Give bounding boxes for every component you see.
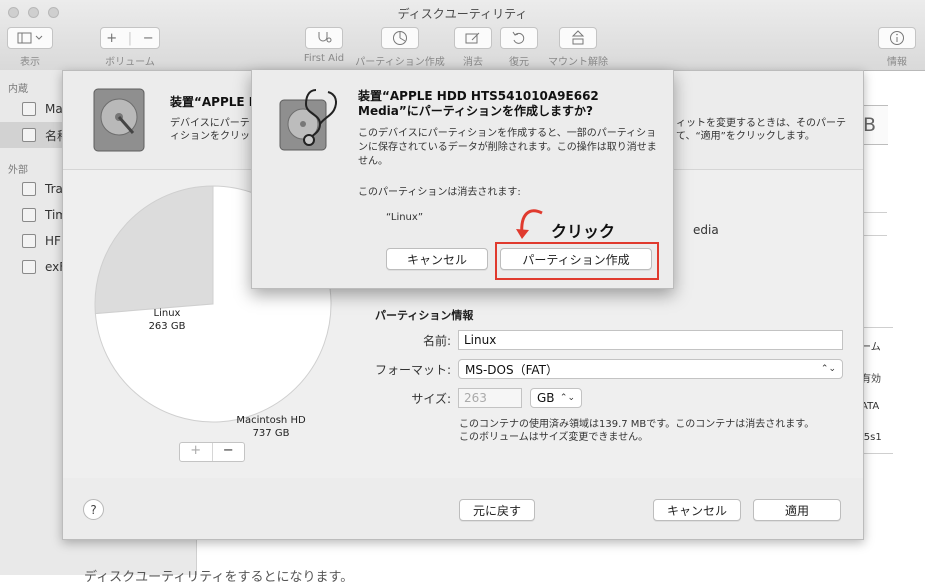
help-button[interactable]: ? — [83, 499, 104, 520]
external-disk-icon — [22, 234, 36, 248]
alert-volume-name: “Linux” — [386, 212, 423, 223]
info-icon — [890, 31, 904, 45]
internal-section-header: 内蔵 — [8, 84, 28, 95]
format-select[interactable]: MS-DOS（FAT） ⌃⌄ — [458, 359, 843, 379]
pie-slice-linux[interactable] — [94, 185, 214, 315]
sidebar-item-external-1[interactable]: Tra — [22, 179, 63, 199]
unmount-icon — [571, 30, 585, 45]
background-caption: ディスクユーティリティをするとになります。 — [84, 570, 354, 585]
annotation-label: クリック — [551, 222, 616, 241]
alert-cancel-button[interactable]: キャンセル — [386, 248, 488, 270]
pie-label-linux: Linux 263 GB — [148, 308, 186, 332]
erase-icon — [465, 32, 480, 44]
select-arrows-icon: ⌃⌄ — [820, 364, 836, 374]
first-aid-label: First Aid — [303, 53, 345, 64]
revert-button[interactable]: 元に戻す — [459, 499, 535, 521]
info-label: 情報 — [887, 57, 907, 68]
external-disk-icon — [22, 260, 36, 274]
sheet-description: デバイスにパーテ ィションをクリッ — [170, 118, 250, 142]
volume-label: ボリューム — [105, 57, 155, 68]
erase-button[interactable] — [454, 27, 492, 49]
internal-disk-icon — [22, 128, 36, 142]
add-partition-button[interactable]: + — [180, 443, 213, 461]
size-label: サイズ: — [411, 392, 451, 406]
sidebar-item-external-4[interactable]: exF — [22, 257, 66, 277]
apply-button[interactable]: 適用 — [753, 499, 841, 521]
unmount-label: マウント解除 — [548, 57, 608, 68]
annotation-arrow-icon — [516, 209, 543, 239]
partition-size-input[interactable]: 263 — [458, 388, 522, 408]
sidebar-item-external-2[interactable]: Tim — [22, 205, 67, 225]
external-disk-icon — [22, 208, 36, 222]
view-label: 表示 — [20, 57, 40, 68]
pie-label-macintosh-hd: Macintosh HD 737 GB — [236, 415, 306, 439]
format-label: フォーマット: — [374, 363, 451, 377]
partition-add-remove: + − — [179, 442, 245, 462]
partition-info-title: パーティション情報 — [375, 309, 474, 322]
volume-button-group[interactable]: + | − — [100, 27, 160, 49]
sidebar-item-external-3[interactable]: HF — [22, 231, 61, 251]
internal-disk-icon — [22, 102, 36, 116]
unmount-button[interactable] — [559, 27, 597, 49]
info-button[interactable] — [878, 27, 916, 49]
restore-button[interactable] — [500, 27, 538, 49]
partition-name-input[interactable]: Linux — [458, 330, 843, 350]
background-media-text: edia — [693, 223, 719, 237]
alert-erase-note: このパーティションは消去されます: — [358, 187, 521, 198]
external-section-header: 外部 — [8, 165, 28, 176]
restore-icon — [512, 31, 525, 44]
hard-drive-icon — [93, 88, 145, 152]
view-button[interactable] — [7, 27, 53, 49]
partition-icon — [393, 31, 407, 45]
external-disk-icon — [22, 182, 36, 196]
annotation-highlight-box — [495, 242, 659, 280]
first-aid-button[interactable] — [305, 27, 343, 49]
remove-volume-icon[interactable]: − — [143, 31, 154, 46]
remove-partition-button[interactable]: − — [213, 443, 245, 461]
sidebar-item-internal-1[interactable]: Ma — [22, 99, 63, 119]
size-unit-select[interactable]: GB ⌃⌄ — [530, 388, 582, 408]
add-volume-icon[interactable]: + — [106, 31, 117, 46]
name-label: 名前: — [422, 334, 451, 348]
sheet-title: 装置“APPLE H — [170, 95, 259, 109]
hard-drive-stethoscope-icon — [279, 89, 337, 151]
alert-message: このデバイスにパーティションを作成すると、一部のパーティションに保存されているデ… — [358, 128, 657, 167]
sheet-description-right: ィットを変更するときは、そのパーテ て、“適用”をクリックします。 — [676, 118, 846, 142]
select-arrows-icon: ⌃⌄ — [559, 393, 575, 403]
erase-label: 消去 — [463, 57, 483, 68]
partition-button[interactable] — [381, 27, 419, 49]
partition-label: パーティション作成 — [355, 57, 445, 68]
stethoscope-icon — [318, 32, 332, 43]
sheet-cancel-button[interactable]: キャンセル — [653, 499, 741, 521]
alert-title: 装置“APPLE HDD HTS541010A9E662 Media”にパーティ… — [358, 89, 599, 118]
sidebar-view-icon — [17, 32, 43, 44]
title-bar: ディスクユーティリティ 表示 + | − ボリューム First Aid パーティシ… — [0, 0, 925, 71]
window-title: ディスクユーティリティ — [397, 7, 528, 21]
restore-label: 復元 — [509, 57, 529, 68]
container-note: このコンテナの使用済み領域は139.7 MBです。このコンテナは消去されます。 … — [459, 419, 815, 443]
